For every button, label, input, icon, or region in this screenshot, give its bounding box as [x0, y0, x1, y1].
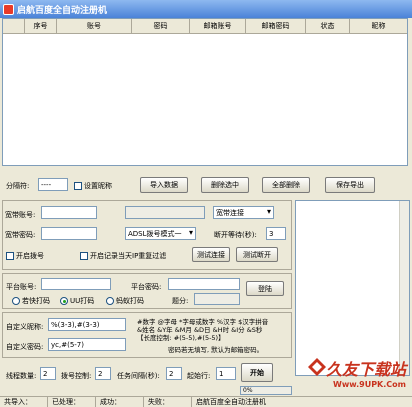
- watermark-logo-icon: [308, 358, 326, 376]
- broadband-account-input[interactable]: [41, 206, 97, 219]
- status-processed: 已处理：: [48, 396, 96, 407]
- custom-nickname-label: 自定义昵称:: [6, 323, 44, 331]
- grid-col-email-password[interactable]: 邮箱密码: [246, 19, 306, 33]
- uu-radio[interactable]: [60, 297, 68, 305]
- thread-count-input[interactable]: 2: [40, 367, 56, 380]
- set-nickname-label: 设置昵称: [84, 182, 112, 190]
- set-nickname-box[interactable]: [74, 182, 82, 190]
- thread-count-label: 线程数量:: [6, 372, 37, 380]
- separator-label: 分隔符:: [6, 182, 30, 190]
- broadband-password-input[interactable]: [41, 227, 97, 240]
- uu-label: UU打码: [70, 297, 95, 305]
- custom-nickname-input[interactable]: %(3-3),#(3-3): [48, 318, 126, 331]
- status-app-name: 启航百度全自动注册机: [196, 397, 266, 406]
- start-row-input[interactable]: 1: [216, 367, 236, 380]
- start-button[interactable]: 开始: [241, 363, 273, 382]
- delete-all-button[interactable]: 全部删除: [262, 177, 310, 193]
- grid-col-index[interactable]: 序号: [25, 19, 57, 33]
- ruokuai-radio[interactable]: [12, 297, 20, 305]
- enable-dial-box[interactable]: [6, 252, 14, 260]
- wait-label: 断开等待(秒):: [214, 231, 257, 239]
- title-bar: 启航百度全自动注册机: [0, 0, 412, 18]
- account-grid[interactable]: 序号 账号 密码 邮箱账号 邮箱密码 状态 昵称: [2, 18, 408, 166]
- grid-col-account[interactable]: 账号: [57, 19, 132, 33]
- custom-password-input[interactable]: yc,#(5-7): [48, 338, 126, 351]
- score-display: [194, 293, 240, 305]
- delete-selected-button[interactable]: 删除选中: [201, 177, 249, 193]
- status-bar: 共导入： 已处理： 成功： 失败： 启航百度全自动注册机: [0, 396, 412, 407]
- app-icon: [3, 3, 14, 15]
- start-row-label: 起始行:: [187, 372, 211, 380]
- record-ip-box[interactable]: [80, 252, 88, 260]
- progress-value: 0%: [243, 387, 253, 394]
- dial-control-label: 拨号控制:: [61, 372, 92, 380]
- watermark-brand: 久友下载站: [325, 360, 406, 379]
- help-line-4: 密码若无填写, 默认为邮箱密码。: [168, 346, 264, 354]
- broadband-password-label: 宽带密码:: [5, 231, 36, 239]
- grid-col-status[interactable]: 状态: [306, 19, 350, 33]
- option-mayi[interactable]: 蚂蚁打码: [106, 296, 144, 306]
- window-title: 启航百度全自动注册机: [17, 5, 108, 16]
- mayi-radio[interactable]: [106, 297, 114, 305]
- task-interval-label: 任务间隔(秒):: [117, 372, 160, 380]
- platform-password-input[interactable]: [168, 278, 240, 290]
- save-export-button[interactable]: 保存导出: [325, 177, 375, 193]
- custom-password-label: 自定义密码:: [6, 343, 44, 351]
- score-label: 题分:: [172, 297, 189, 305]
- dial-control-input[interactable]: 2: [95, 367, 111, 380]
- grid-col-check[interactable]: [3, 19, 25, 33]
- test-connect-button[interactable]: 测试连接: [192, 247, 230, 262]
- record-ip-checkbox[interactable]: 开启记录当天IP重复过滤: [80, 251, 166, 261]
- watermark: 久友下载站 Www.9UPK.Com: [306, 350, 406, 396]
- test-disconnect-button[interactable]: 测试断开: [236, 247, 278, 262]
- login-button[interactable]: 登陆: [246, 281, 284, 296]
- mayi-label: 蚂蚁打码: [116, 297, 144, 305]
- broadband-account-label: 宽带账号:: [5, 211, 36, 219]
- enable-dial-label: 开启拨号: [16, 252, 44, 260]
- platform-account-input[interactable]: [41, 278, 111, 290]
- ip-display: [125, 206, 205, 219]
- grid-col-email[interactable]: 邮箱账号: [190, 19, 246, 33]
- import-button[interactable]: 导入数据: [140, 177, 188, 193]
- task-interval-input[interactable]: 2: [166, 367, 182, 380]
- grid-col-nickname[interactable]: 昵称: [350, 19, 407, 33]
- enable-dial-checkbox[interactable]: 开启拨号: [6, 251, 44, 261]
- set-nickname-checkbox[interactable]: 设置昵称: [74, 181, 112, 191]
- record-ip-label: 开启记录当天IP重复过滤: [90, 252, 167, 260]
- connection-select[interactable]: 宽带连接: [213, 206, 274, 219]
- status-failed: 失败：: [144, 396, 192, 407]
- grid-col-password[interactable]: 密码: [132, 19, 190, 33]
- status-success: 成功：: [96, 396, 144, 407]
- help-line-3: 【长度控制: #(5-5),#(5-5)】: [137, 334, 225, 342]
- option-uu[interactable]: UU打码: [60, 296, 94, 306]
- wait-input[interactable]: 3: [266, 227, 286, 240]
- ruokuai-label: 若快打码: [22, 297, 50, 305]
- separator-input[interactable]: ----: [38, 178, 68, 191]
- dial-mode-select[interactable]: ADSL拨号模式一: [125, 227, 196, 240]
- log-scrollbar[interactable]: [399, 201, 409, 375]
- option-ruokuai[interactable]: 若快打码: [12, 296, 50, 306]
- progress-bar: 0%: [240, 386, 292, 395]
- grid-header: 序号 账号 密码 邮箱账号 邮箱密码 状态 昵称: [3, 19, 407, 34]
- platform-account-label: 平台账号:: [6, 283, 37, 291]
- status-imported: 共导入：: [0, 396, 48, 407]
- watermark-url: Www.9UPK.Com: [333, 380, 406, 389]
- platform-password-label: 平台密码:: [131, 283, 162, 291]
